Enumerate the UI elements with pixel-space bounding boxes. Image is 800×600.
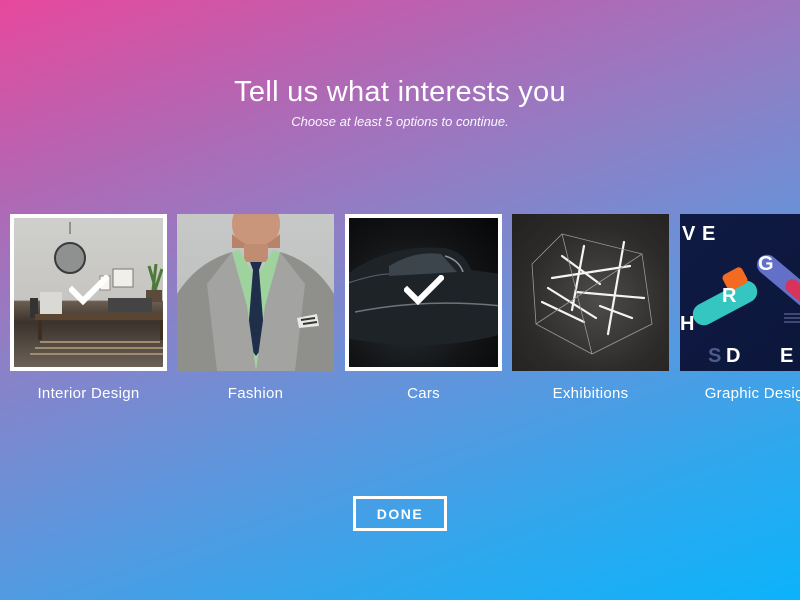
poster-letter: H xyxy=(680,313,694,335)
option-card-exhibitions[interactable]: Exhibitions xyxy=(512,214,669,402)
poster-letter: E xyxy=(702,223,715,245)
interest-options: Interior Design Fashion Cars Exhibitions… xyxy=(10,214,800,414)
checkmark-icon xyxy=(403,274,444,305)
page-subtitle: Choose at least 5 options to continue. xyxy=(291,114,509,129)
option-card-cars[interactable]: Cars xyxy=(345,214,502,402)
light-installation-image xyxy=(531,233,653,355)
option-label: Fashion xyxy=(227,385,284,402)
option-thumbnail-graphic-design[interactable]: V E G R H I S D E xyxy=(680,214,800,371)
option-card-fashion[interactable]: Fashion xyxy=(177,214,334,402)
option-label: Cars xyxy=(407,385,440,402)
option-label: Exhibitions xyxy=(552,385,629,402)
poster-letter: E xyxy=(780,345,793,367)
page-title: Tell us what interests you xyxy=(234,76,566,108)
done-button[interactable]: DONE xyxy=(353,496,447,531)
fashion-model-image xyxy=(177,214,334,371)
option-thumbnail-cars[interactable] xyxy=(345,214,502,371)
poster-letter: D xyxy=(726,345,740,367)
option-thumbnail-fashion[interactable] xyxy=(177,214,334,371)
checkmark-icon xyxy=(68,274,109,305)
option-card-interior-design[interactable]: Interior Design xyxy=(10,214,167,402)
option-card-graphic-design[interactable]: V E G R H I S D E Graphic Design xyxy=(680,214,800,402)
poster-letter: S xyxy=(708,345,721,367)
typography-poster-image: V E G R H I S D E xyxy=(680,223,800,367)
page-header: Tell us what interests you Choose at lea… xyxy=(0,74,800,129)
option-label: Graphic Design xyxy=(704,385,800,402)
option-thumbnail-exhibitions[interactable] xyxy=(512,214,669,371)
poster-letter: V xyxy=(682,223,696,245)
option-thumbnail-interior-design[interactable] xyxy=(10,214,167,371)
option-label: Interior Design xyxy=(37,385,140,402)
poster-letter: G xyxy=(758,253,774,275)
poster-letter: R xyxy=(722,285,737,307)
